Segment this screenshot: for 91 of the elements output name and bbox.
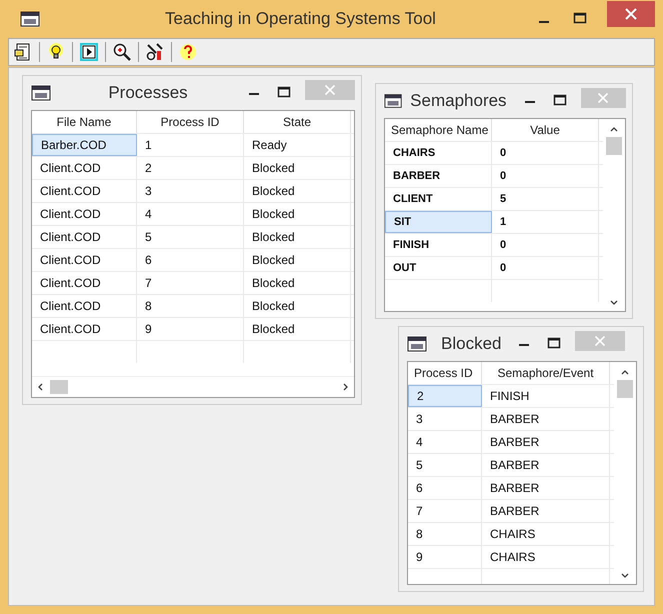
- table-cell[interactable]: 7: [137, 272, 244, 294]
- table-cell[interactable]: Blocked: [244, 295, 351, 317]
- table-cell[interactable]: 9: [137, 318, 244, 340]
- table-cell[interactable]: 5: [492, 188, 599, 210]
- table-cell[interactable]: 1: [137, 134, 244, 156]
- scroll-thumb[interactable]: [50, 380, 68, 394]
- help-icon[interactable]: [178, 42, 198, 62]
- table-cell[interactable]: CLIENT: [385, 188, 492, 210]
- close-icon: [594, 335, 606, 347]
- table-cell[interactable]: Blocked: [244, 180, 351, 202]
- close-icon: [597, 92, 610, 104]
- table-cell[interactable]: Client.COD: [32, 180, 137, 202]
- table-cell[interactable]: FINISH: [482, 385, 610, 407]
- table-cell[interactable]: Ready: [244, 134, 351, 156]
- table-cell[interactable]: 5: [408, 454, 482, 476]
- table-cell[interactable]: Client.COD: [32, 318, 137, 340]
- table-cell[interactable]: Blocked: [244, 157, 351, 179]
- table-cell[interactable]: Blocked: [244, 272, 351, 294]
- table-cell[interactable]: 1: [492, 211, 599, 233]
- window-icon: [407, 336, 427, 352]
- table-cell[interactable]: 3: [408, 408, 482, 430]
- scroll-thumb[interactable]: [606, 137, 622, 155]
- table-cell[interactable]: 4: [137, 203, 244, 225]
- table-cell[interactable]: BARBER: [482, 431, 610, 453]
- scroll-up-icon[interactable]: [620, 368, 630, 376]
- table-cell[interactable]: Blocked: [244, 203, 351, 225]
- column-header[interactable]: Semaphore/Event: [482, 362, 610, 384]
- table-cell[interactable]: CHAIRS: [482, 546, 610, 568]
- table-cell[interactable]: 9: [408, 546, 482, 568]
- table-cell[interactable]: Blocked: [244, 249, 351, 271]
- table-cell[interactable]: Client.COD: [32, 226, 137, 248]
- zoom-icon[interactable]: [112, 42, 132, 62]
- table-cell[interactable]: 6: [408, 477, 482, 499]
- maximize-icon[interactable]: [277, 86, 291, 100]
- column-header[interactable]: File Name: [32, 111, 137, 133]
- table-cell[interactable]: BARBER: [482, 408, 610, 430]
- table-cell[interactable]: CHAIRS: [385, 142, 492, 164]
- table-cell[interactable]: 2: [137, 157, 244, 179]
- table-cell[interactable]: Blocked: [244, 318, 351, 340]
- table-cell[interactable]: FINISH: [385, 234, 492, 256]
- table-cell[interactable]: 7: [408, 500, 482, 522]
- column-header[interactable]: Process ID: [408, 362, 482, 384]
- window-title: Processes: [107, 83, 189, 103]
- table-cell[interactable]: 5: [137, 226, 244, 248]
- table-cell[interactable]: SIT: [385, 211, 492, 233]
- close-icon: [324, 84, 336, 96]
- maximize-icon[interactable]: [552, 94, 567, 108]
- column-header[interactable]: Value: [492, 119, 599, 141]
- window-title: Teaching in Operating Systems Tool: [164, 9, 437, 29]
- table-cell[interactable]: Client.COD: [32, 272, 137, 294]
- tools-icon[interactable]: [145, 42, 165, 62]
- table-cell[interactable]: BARBER: [385, 165, 492, 187]
- table-cell[interactable]: 8: [137, 295, 244, 317]
- scroll-down-icon[interactable]: [620, 572, 630, 580]
- maximize-icon[interactable]: [547, 337, 562, 351]
- table-cell[interactable]: Client.COD: [32, 157, 137, 179]
- table-cell[interactable]: 0: [492, 257, 599, 279]
- table-cell[interactable]: 6: [137, 249, 244, 271]
- table-cell[interactable]: 8: [408, 523, 482, 545]
- column-header[interactable]: State: [244, 111, 351, 133]
- window-icon: [384, 93, 402, 109]
- column-header[interactable]: Semaphore Name: [385, 119, 492, 141]
- table-cell[interactable]: Client.COD: [32, 249, 137, 271]
- table-cell[interactable]: 3: [137, 180, 244, 202]
- close-icon: [625, 8, 637, 20]
- table-cell[interactable]: BARBER: [482, 500, 610, 522]
- window-icon: [31, 85, 51, 101]
- table-cell[interactable]: BARBER: [482, 477, 610, 499]
- table-cell[interactable]: 0: [492, 142, 599, 164]
- maximize-icon[interactable]: [573, 12, 587, 26]
- table-cell[interactable]: 4: [408, 431, 482, 453]
- horizontal-scrollbar[interactable]: [32, 376, 354, 397]
- table-cell[interactable]: CHAIRS: [482, 523, 610, 545]
- play-icon[interactable]: [79, 42, 99, 62]
- table-cell[interactable]: 0: [492, 234, 599, 256]
- window-title: Blocked: [441, 334, 502, 354]
- table-cell[interactable]: Barber.COD: [32, 134, 137, 156]
- scroll-thumb[interactable]: [617, 380, 633, 398]
- table-cell[interactable]: Client.COD: [32, 203, 137, 225]
- table-cell[interactable]: BARBER: [482, 454, 610, 476]
- window-title: Semaphores: [410, 91, 507, 111]
- table-cell[interactable]: 2: [408, 385, 482, 407]
- column-header[interactable]: Process ID: [137, 111, 244, 133]
- table-cell[interactable]: OUT: [385, 257, 492, 279]
- table-cell[interactable]: Blocked: [244, 226, 351, 248]
- window-icon: [20, 11, 40, 27]
- table-cell[interactable]: 0: [492, 165, 599, 187]
- scroll-down-icon[interactable]: [609, 299, 619, 307]
- table-cell[interactable]: Client.COD: [32, 295, 137, 317]
- close-button[interactable]: [607, 1, 655, 27]
- scroll-up-icon[interactable]: [609, 125, 619, 133]
